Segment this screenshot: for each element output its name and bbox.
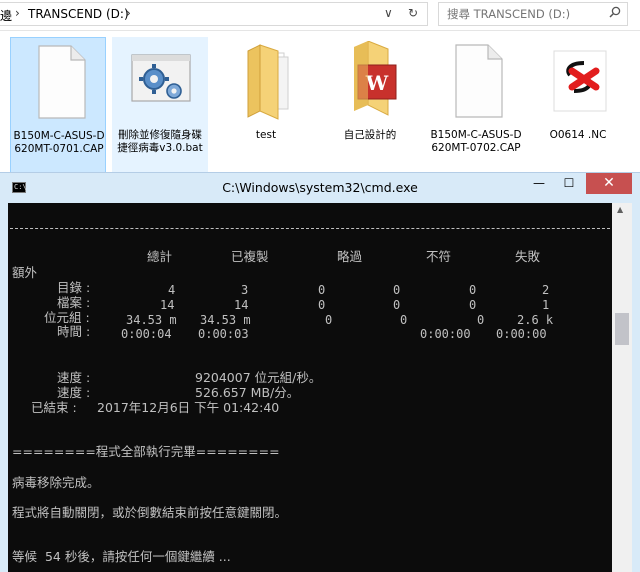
file-item[interactable]: B150M-C-ASUS-D620MT-0701.CAP bbox=[10, 37, 106, 173]
address-dropdown-icon[interactable]: ∨ bbox=[384, 6, 393, 20]
file-label: test bbox=[255, 129, 277, 141]
scroll-thumb[interactable] bbox=[615, 313, 629, 345]
file-item[interactable]: 刪除並修復隨身碟捷徑病毒v3.0.bat bbox=[112, 37, 208, 173]
col-header-mismatch: 不符 bbox=[426, 249, 452, 264]
console-output[interactable]: 總計 已複製 略過 不符 失敗 額外 目錄 : 4 3 0 0 0 2 檔案 :… bbox=[8, 203, 612, 572]
console-scrollbar[interactable]: ▲ bbox=[612, 203, 632, 572]
nc-file-icon bbox=[552, 41, 608, 121]
cell: 3 bbox=[241, 283, 249, 297]
cell: 0:00:00 bbox=[496, 327, 547, 341]
address-back-fragment: 邊 bbox=[0, 9, 13, 23]
blank-file-icon bbox=[450, 41, 506, 121]
address-bar[interactable]: 邊 › TRANSCEND (D:) › ∨ ↻ bbox=[0, 2, 428, 26]
svg-text:W: W bbox=[365, 71, 389, 95]
cell: 0 bbox=[469, 283, 477, 297]
cell: 0 bbox=[318, 283, 326, 297]
file-item[interactable]: W 自己設計的 bbox=[322, 37, 418, 173]
cell: 14 bbox=[160, 298, 175, 312]
search-input[interactable] bbox=[439, 3, 607, 25]
folder-word-icon: W bbox=[344, 40, 400, 121]
cmd-titlebar[interactable]: C:\ C:\Windows\system32\cmd.exe — ☐ ✕ bbox=[0, 173, 640, 203]
cell: 14 bbox=[234, 298, 249, 312]
file-label: B150M-C-ASUS-D620MT-0701.CAP bbox=[13, 130, 105, 155]
cmd-window[interactable]: C:\ C:\Windows\system32\cmd.exe — ☐ ✕ 總計… bbox=[0, 172, 640, 572]
speed-mb-value: 526.657 MB/分。 bbox=[195, 385, 300, 400]
cell: 0 bbox=[469, 298, 477, 312]
done-banner: ========程式全部執行完畢======== bbox=[12, 444, 280, 459]
row-label: 目錄 : bbox=[57, 280, 91, 295]
cell: 0:00:03 bbox=[198, 327, 249, 341]
search-box[interactable] bbox=[438, 2, 628, 26]
row-label: 檔案 : bbox=[57, 295, 91, 310]
cell: 0 bbox=[477, 313, 485, 327]
close-button[interactable]: ✕ bbox=[586, 173, 632, 194]
speed-bytes-value: 9204007 位元組/秒。 bbox=[195, 370, 322, 385]
virus-removed-message: 病毒移除完成。 bbox=[12, 475, 100, 490]
file-label: B150M-C-ASUS-D620MT-0702.CAP bbox=[430, 129, 522, 154]
breadcrumb-drive[interactable]: TRANSCEND (D:) bbox=[28, 7, 129, 21]
speed-label: 速度 : bbox=[57, 385, 91, 400]
ended-label: 已結束 : bbox=[31, 400, 77, 415]
folder-icon bbox=[240, 41, 296, 121]
window-title: C:\Windows\system32\cmd.exe bbox=[222, 180, 418, 195]
cell: 34.53 m bbox=[126, 313, 177, 327]
col-header-skipped: 略過 bbox=[337, 249, 363, 264]
row-label: 位元組 : bbox=[44, 310, 90, 325]
cell: 0:00:04 bbox=[121, 327, 172, 341]
cell: 2 bbox=[542, 283, 550, 297]
auto-close-message: 程式將自動關閉，或於倒數結束前按任意鍵關閉。 bbox=[12, 505, 288, 520]
cell: 0 bbox=[318, 298, 326, 312]
scroll-up-icon[interactable]: ▲ bbox=[617, 205, 623, 214]
file-item[interactable]: B150M-C-ASUS-D620MT-0702.CAP bbox=[428, 37, 524, 173]
blank-file-icon bbox=[33, 42, 89, 122]
cell: 2.6 k bbox=[517, 313, 554, 327]
breadcrumb-chevron[interactable]: › bbox=[126, 6, 131, 20]
cell: 0 bbox=[400, 313, 408, 327]
file-label: O0614 .NC bbox=[549, 129, 607, 141]
ended-value: 2017年12月6日 下午 01:42:40 bbox=[97, 400, 280, 415]
col-header-copied: 已複製 bbox=[231, 249, 269, 264]
countdown-message: 等候 54 秒後，請按任何一個鍵繼續 ... bbox=[12, 549, 231, 564]
cell: 4 bbox=[168, 283, 176, 297]
col-header-extra: 額外 bbox=[12, 265, 38, 280]
window-border bbox=[632, 203, 640, 572]
refresh-icon[interactable]: ↻ bbox=[408, 6, 418, 20]
col-header-failed: 失敗 bbox=[515, 249, 541, 264]
cell: 0:00:00 bbox=[420, 327, 471, 341]
col-header-total: 總計 bbox=[147, 249, 173, 264]
row-label: 時間 : bbox=[57, 324, 91, 339]
file-label: 刪除並修復隨身碟捷徑病毒v3.0.bat bbox=[117, 129, 203, 154]
maximize-button[interactable]: ☐ bbox=[554, 173, 584, 194]
cell: 34.53 m bbox=[200, 313, 251, 327]
search-icon[interactable] bbox=[609, 6, 621, 21]
file-item[interactable]: test bbox=[218, 37, 314, 173]
gear-file-icon bbox=[131, 41, 191, 121]
explorer-toolbar: 邊 › TRANSCEND (D:) › ∨ ↻ bbox=[0, 0, 640, 31]
cell: 1 bbox=[542, 298, 550, 312]
divider bbox=[10, 228, 610, 229]
breadcrumb-separator[interactable]: › bbox=[15, 6, 20, 20]
file-label: 自己設計的 bbox=[343, 129, 397, 141]
file-item[interactable]: O0614 .NC bbox=[530, 37, 626, 173]
speed-label: 速度 : bbox=[57, 370, 91, 385]
console-icon[interactable]: C:\ bbox=[12, 182, 27, 193]
cell: 0 bbox=[393, 283, 401, 297]
cell: 0 bbox=[325, 313, 333, 327]
file-list: B150M-C-ASUS-D620MT-0701.CAP 刪除並修復隨身碟捷徑病… bbox=[0, 31, 640, 173]
minimize-button[interactable]: — bbox=[524, 173, 554, 194]
cell: 0 bbox=[393, 298, 401, 312]
